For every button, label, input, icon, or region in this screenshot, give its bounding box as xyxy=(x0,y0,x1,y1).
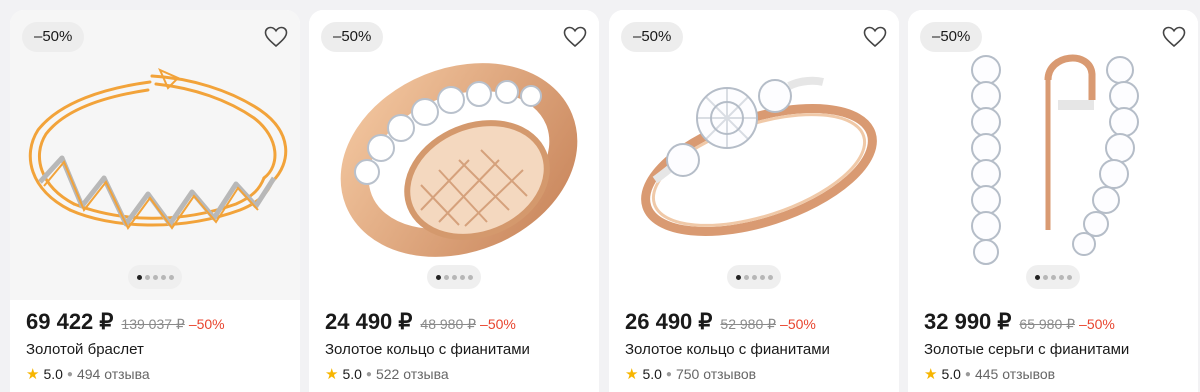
product-card[interactable]: –50% 26 490 ₽ 52 980 ₽ –50% Золотое коль… xyxy=(609,10,899,392)
product-card[interactable]: –50% 32 990 ₽ 65 980 ₽ –50% Золотые серь… xyxy=(908,10,1198,392)
separator-dot-icon: ● xyxy=(665,368,672,380)
rating-value: 5.0 xyxy=(342,366,362,382)
pager-dot[interactable] xyxy=(1042,274,1048,280)
pager-dot[interactable] xyxy=(443,274,449,280)
discount-label: –50% xyxy=(480,316,516,332)
discount-badge: –50% xyxy=(321,22,384,52)
product-card[interactable]: –50% 69 422 ₽ 139 037 ₽ –50% Золотой бра… xyxy=(10,10,300,392)
reviews-count[interactable]: 522 отзыва xyxy=(376,366,449,382)
bracelet-image xyxy=(28,68,288,230)
discount-label: –50% xyxy=(188,316,225,332)
image-pager[interactable] xyxy=(727,265,781,289)
pager-dot[interactable] xyxy=(1034,274,1040,280)
pager-dot[interactable] xyxy=(743,274,749,280)
discount-badge: –50% xyxy=(621,22,684,52)
discount-label: –50% xyxy=(1079,316,1115,332)
ring-solitaire-image xyxy=(641,76,877,236)
ring-band-image xyxy=(340,63,578,257)
pager-dot[interactable] xyxy=(451,274,457,280)
rating-value: 5.0 xyxy=(941,366,961,382)
pager-dot[interactable] xyxy=(759,274,765,280)
product-image[interactable]: –50% xyxy=(309,10,599,300)
rating-row: ★ 5.0 ● 522 отзыва xyxy=(325,365,449,383)
heart-icon[interactable] xyxy=(1162,26,1186,48)
price-row: 32 990 ₽ 65 980 ₽ –50% xyxy=(924,309,1190,337)
pager-dot[interactable] xyxy=(459,274,465,280)
product-title[interactable]: Золотые серьги с фианитами xyxy=(924,341,1129,358)
product-card[interactable]: –50% 24 490 ₽ 48 980 ₽ –50% Золотое коль… xyxy=(309,10,599,392)
old-price: 65 980 ₽ xyxy=(1019,316,1076,332)
current-price: 69 422 ₽ xyxy=(26,309,114,334)
price-row: 69 422 ₽ 139 037 ₽ –50% xyxy=(26,309,292,337)
current-price: 26 490 ₽ xyxy=(625,309,713,334)
star-icon: ★ xyxy=(325,366,339,383)
product-title[interactable]: Золотой браслет xyxy=(26,341,144,358)
reviews-count[interactable]: 494 отзыва xyxy=(77,366,150,382)
pager-dot[interactable] xyxy=(767,274,773,280)
product-image[interactable]: –50% xyxy=(10,10,300,300)
star-icon: ★ xyxy=(924,366,938,383)
pager-dot[interactable] xyxy=(751,274,757,280)
product-title[interactable]: Золотое кольцо с фианитами xyxy=(625,341,830,358)
rating-row: ★ 5.0 ● 494 отзыва xyxy=(26,365,150,383)
discount-label: –50% xyxy=(780,316,816,332)
discount-badge: –50% xyxy=(22,22,85,52)
current-price: 24 490 ₽ xyxy=(325,309,413,334)
rating-value: 5.0 xyxy=(642,366,662,382)
star-icon: ★ xyxy=(625,366,639,383)
image-pager[interactable] xyxy=(128,265,182,289)
old-price: 48 980 ₽ xyxy=(420,316,477,332)
old-price: 139 037 ₽ xyxy=(121,316,185,332)
reviews-count[interactable]: 445 отзывов xyxy=(975,366,1055,382)
rating-row: ★ 5.0 ● 445 отзывов xyxy=(924,365,1055,383)
pager-dot[interactable] xyxy=(168,274,174,280)
price-row: 24 490 ₽ 48 980 ₽ –50% xyxy=(325,309,591,337)
product-image[interactable]: –50% xyxy=(609,10,899,300)
pager-dot[interactable] xyxy=(467,274,473,280)
reviews-count[interactable]: 750 отзывов xyxy=(676,366,756,382)
image-pager[interactable] xyxy=(1026,265,1080,289)
pager-dot[interactable] xyxy=(1058,274,1064,280)
pager-dot[interactable] xyxy=(1050,274,1056,280)
product-grid: –50% 69 422 ₽ 139 037 ₽ –50% Золотой бра… xyxy=(0,0,1200,392)
rating-value: 5.0 xyxy=(43,366,63,382)
pager-dot[interactable] xyxy=(435,274,441,280)
separator-dot-icon: ● xyxy=(66,368,73,380)
heart-icon[interactable] xyxy=(563,26,587,48)
old-price: 52 980 ₽ xyxy=(720,316,777,332)
pager-dot[interactable] xyxy=(144,274,150,280)
product-title[interactable]: Золотое кольцо с фианитами xyxy=(325,341,530,358)
rating-row: ★ 5.0 ● 750 отзывов xyxy=(625,365,756,383)
discount-badge: –50% xyxy=(920,22,983,52)
heart-icon[interactable] xyxy=(863,26,887,48)
product-image[interactable]: –50% xyxy=(908,10,1198,300)
star-icon: ★ xyxy=(26,366,40,383)
pager-dot[interactable] xyxy=(1066,274,1072,280)
pager-dot[interactable] xyxy=(160,274,166,280)
image-pager[interactable] xyxy=(427,265,481,289)
separator-dot-icon: ● xyxy=(365,368,372,380)
heart-icon[interactable] xyxy=(264,26,288,48)
current-price: 32 990 ₽ xyxy=(924,309,1012,334)
price-row: 26 490 ₽ 52 980 ₽ –50% xyxy=(625,309,891,337)
pager-dot[interactable] xyxy=(735,274,741,280)
pager-dot[interactable] xyxy=(136,274,142,280)
separator-dot-icon: ● xyxy=(964,368,971,380)
pager-dot[interactable] xyxy=(152,274,158,280)
earrings-image xyxy=(971,54,1139,265)
